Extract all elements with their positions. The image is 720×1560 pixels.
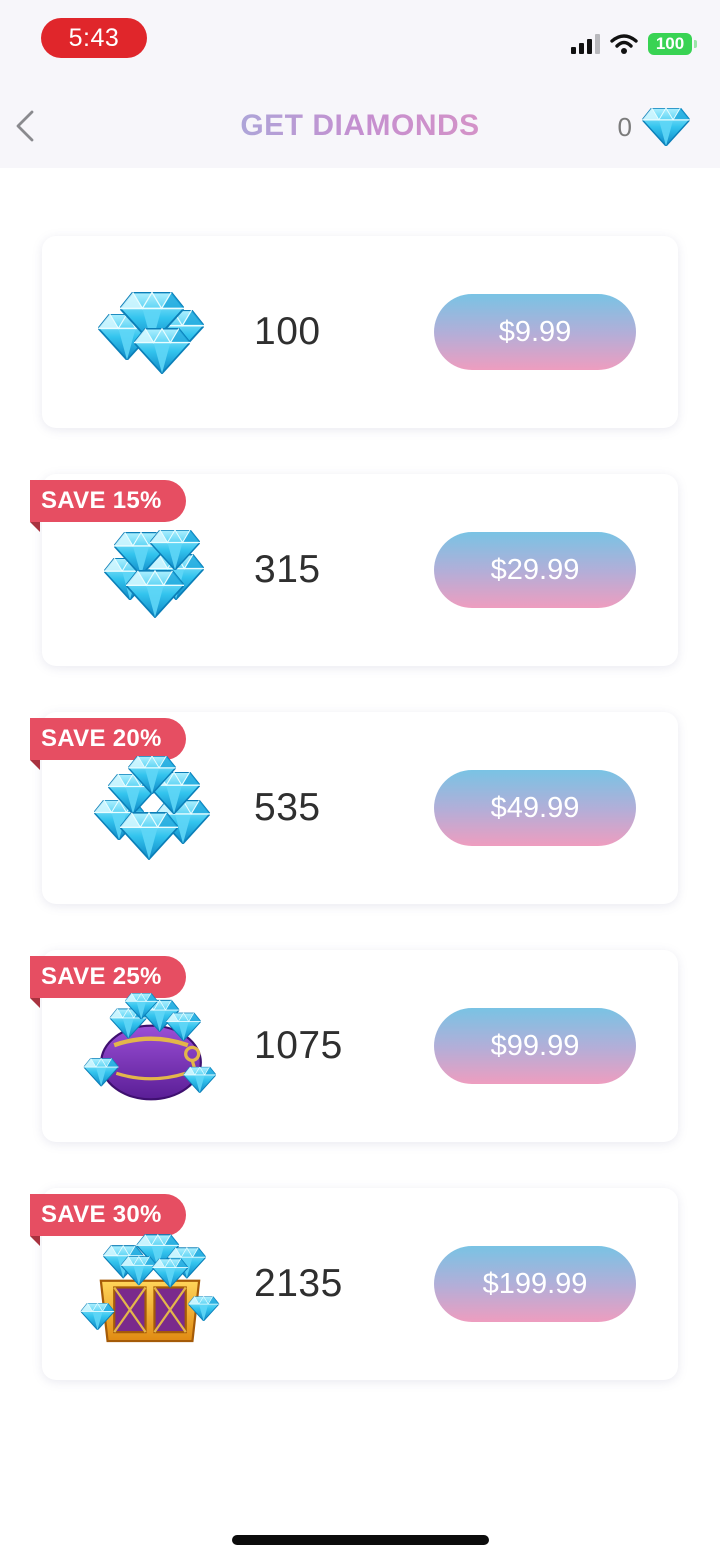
page-title: GET DIAMONDS <box>0 109 720 143</box>
cellular-signal-icon <box>571 34 600 54</box>
buy-button[interactable]: $29.99 <box>434 532 636 608</box>
pack-amount: 2135 <box>254 1262 343 1305</box>
diamond-pack-card: SAVE 30% 2135 $199.99 <box>30 1188 678 1380</box>
diamond-pile-small-icon <box>98 292 204 374</box>
pack-amount: 100 <box>254 310 321 353</box>
diamond-pile-large-icon <box>94 756 210 860</box>
diamond-chest-icon <box>80 1234 220 1343</box>
pack-amount: 315 <box>254 548 321 591</box>
buy-button[interactable]: $199.99 <box>434 1246 636 1322</box>
pack-amount: 1075 <box>254 1024 343 1067</box>
header: GET DIAMONDS 0 <box>0 80 720 168</box>
status-icons: 100 <box>571 30 697 58</box>
wifi-icon <box>610 34 638 54</box>
diamond-icon <box>642 108 690 146</box>
diamond-pack-card: SAVE 15% 315 $29.99 <box>30 474 678 666</box>
diamond-pack-card: SAVE 20% 535 $49.99 <box>30 712 678 904</box>
buy-button[interactable]: $9.99 <box>434 294 636 370</box>
diamond-balance: 0 <box>618 108 690 146</box>
battery-indicator: 100 <box>648 33 697 55</box>
status-time: 5:43 <box>41 18 147 58</box>
diamond-bag-icon <box>83 993 216 1101</box>
home-indicator[interactable] <box>232 1535 489 1545</box>
buy-button[interactable]: $99.99 <box>434 1008 636 1084</box>
diamond-pile-medium-icon <box>104 530 204 618</box>
diamond-pack-card: SAVE 25% 1075 $99.99 <box>30 950 678 1142</box>
diamond-pack-card: 100 $9.99 <box>42 236 678 428</box>
pack-amount: 535 <box>254 786 321 829</box>
balance-value: 0 <box>617 111 632 142</box>
status-bar: 5:43 100 <box>0 0 720 80</box>
buy-button[interactable]: $49.99 <box>434 770 636 846</box>
